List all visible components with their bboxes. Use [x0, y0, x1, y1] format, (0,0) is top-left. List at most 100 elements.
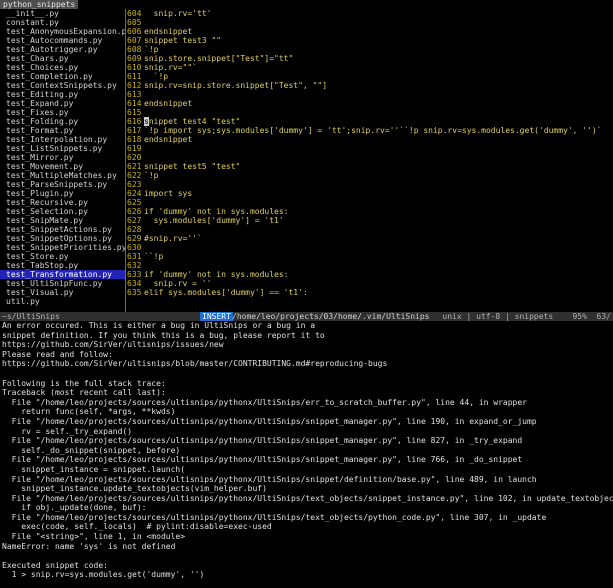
editor-line[interactable]: 630: [127, 243, 613, 252]
line-number: 620: [127, 153, 142, 162]
line-number: 619: [127, 144, 142, 153]
editor-line[interactable]: 620: [127, 153, 613, 162]
message-text: 1 > snip.rv=sys.modules.get('dummy', ''): [2, 570, 205, 580]
file-tree-item[interactable]: test_SnippetActions.py: [0, 225, 125, 234]
editor-line[interactable]: 629 #snip.rv=''`: [127, 234, 613, 243]
line-number: 606: [127, 27, 142, 36]
file-tree-item[interactable]: test_Movement.py: [0, 162, 125, 171]
line-number: 616: [127, 117, 142, 126]
code-text: endsnippet: [144, 99, 193, 108]
editor-line[interactable]: 613: [127, 90, 613, 99]
message-text: return func(self, *args, **kwds): [2, 407, 176, 417]
editor-line[interactable]: 608 `!p: [127, 45, 613, 54]
statusbar: ~s/UltiSnips INSERT /home/leo/projects/0…: [0, 312, 613, 321]
code-text: ``!p: [144, 252, 164, 261]
file-tree-item[interactable]: test_Format.py: [0, 126, 125, 135]
file-tree-item[interactable]: test_UltiSnipFunc.py: [0, 279, 125, 288]
editor-line[interactable]: 616 snippet test4 "test": [127, 117, 613, 126]
line-number: 630: [127, 243, 142, 252]
file-tree-item[interactable]: test_Autotrigger.py: [0, 45, 125, 54]
code-text: snip.rv=snip.store.snippet["Test", ""]: [144, 81, 328, 90]
file-tree-item[interactable]: test_Selection.py: [0, 207, 125, 216]
editor-line[interactable]: 625: [127, 198, 613, 207]
message-line: [0, 369, 613, 379]
editor-line[interactable]: 624 import sys: [127, 189, 613, 198]
file-tree-item[interactable]: test_Fixes.py: [0, 108, 125, 117]
file-tree-item[interactable]: test_TabStop.py: [0, 261, 125, 270]
editor-line[interactable]: 604 snip.rv='tt': [127, 9, 613, 18]
file-info: unix | utf-8 | snippets 95% 63/: [442, 312, 611, 321]
editor-line[interactable]: 606 endsnippet: [127, 27, 613, 36]
message-line: Traceback (most recent call last):: [0, 388, 613, 398]
file-tree-item[interactable]: test_Folding.py: [0, 117, 125, 126]
message-text: if obj._update(done, buf):: [2, 503, 147, 513]
file-tree-item[interactable]: test_Choices.py: [0, 63, 125, 72]
file-tree-item[interactable]: util.py: [0, 297, 125, 306]
editor-line[interactable]: 622 `!p: [127, 171, 613, 180]
editor-line[interactable]: 631 ``!p: [127, 252, 613, 261]
editor-line[interactable]: 618 endsnippet: [127, 135, 613, 144]
line-number: 624: [127, 189, 142, 198]
editor-line[interactable]: 634 snip.rv = '': [127, 279, 613, 288]
editor-line[interactable]: 621 snippet test5 "test": [127, 162, 613, 171]
editor-line[interactable]: 633 if 'dummy' not in sys.modules:: [127, 270, 613, 279]
line-number: 622: [127, 171, 142, 180]
editor-line[interactable]: 635 elif sys.modules['dummy'] == 't1':: [127, 288, 613, 297]
editor-pane[interactable]: 604 snip.rv='tt' 605 606 endsnippet 607 snipp…: [127, 9, 613, 312]
message-line: NameError: name 'sys' is not defined: [0, 542, 613, 552]
line-number: 633: [127, 270, 142, 279]
file-tree-item[interactable]: test_Completion.py: [0, 72, 125, 81]
editor-line[interactable]: 615: [127, 108, 613, 117]
file-tree-item[interactable]: __init__.py: [0, 9, 125, 18]
editor-line[interactable]: 605: [127, 18, 613, 27]
code-text: snip.rv=""`: [144, 63, 197, 72]
editor-line[interactable]: 632: [127, 261, 613, 270]
file-tree-item[interactable]: test_Chars.py: [0, 54, 125, 63]
editor-line[interactable]: 612 snip.rv=snip.store.snippet["Test", ""…: [127, 81, 613, 90]
message-line: An error occured. This is either a bug i…: [0, 321, 613, 331]
editor-line[interactable]: 610 snip.rv=""`: [127, 63, 613, 72]
file-tree-item[interactable]: test_Expand.py: [0, 99, 125, 108]
file-tree-item[interactable]: test_ParseSnippets.py: [0, 180, 125, 189]
file-tree-item[interactable]: test_Transformation.py: [0, 270, 125, 279]
editor-line[interactable]: 609 snip.store.snippet["Test"]="tt": [127, 54, 613, 63]
file-tree-item[interactable]: test_Recursive.py: [0, 198, 125, 207]
error-message-area[interactable]: An error occured. This is either a bug i…: [0, 321, 613, 588]
file-tree-item[interactable]: test_Mirror.py: [0, 153, 125, 162]
file-tree-item[interactable]: test_SnipMate.py: [0, 216, 125, 225]
editor-line[interactable]: 628: [127, 225, 613, 234]
editor-line[interactable]: 626 if 'dummy' not in sys.modules:: [127, 207, 613, 216]
file-tree-item[interactable]: constant.py: [0, 18, 125, 27]
file-tree-item[interactable]: test_Store.py: [0, 252, 125, 261]
file-tree-item[interactable]: test_SnippetPriorities.py: [0, 243, 125, 252]
file-tree-item[interactable]: test_Visual.py: [0, 288, 125, 297]
file-tree-item[interactable]: test_ListSnippets.py: [0, 144, 125, 153]
message-text: snippet_instance = snippet.launch(: [2, 464, 186, 474]
editor-line[interactable]: 607 snippet test3 "": [127, 36, 613, 45]
file-tree-item[interactable]: test_ContextSnippets.py: [0, 81, 125, 90]
editor-line[interactable]: 619: [127, 144, 613, 153]
file-tree-item[interactable]: test_Interpolation.py: [0, 135, 125, 144]
file-tree-item[interactable]: test_Autocommands.py: [0, 36, 125, 45]
statusbar-left: ~s/UltiSnips: [2, 312, 60, 321]
file-tree[interactable]: __init__.py constant.py test_AnonymousExpa…: [0, 9, 125, 312]
file-tree-item[interactable]: test_Plugin.py: [0, 189, 125, 198]
file-tree-item[interactable]: test_SnippetOptions.py: [0, 234, 125, 243]
code-text: endsnippet: [144, 135, 193, 144]
line-number: 604: [127, 9, 142, 18]
file-tree-item[interactable]: test_MultipleMatches.py: [0, 171, 125, 180]
code-text: sys.modules['dummy'] = 't1': [144, 216, 284, 225]
editor-line[interactable]: 617 `!p import sys;sys.modules['dummy'] =…: [127, 126, 613, 135]
editor-line[interactable]: 611 `!p: [127, 72, 613, 81]
file-tree-item[interactable]: test_AnonymousExpansion.py: [0, 27, 125, 36]
file-tree-item[interactable]: test_Editing.py: [0, 90, 125, 99]
message-text: File "/home/leo/projects/sources/ultisni…: [2, 436, 523, 446]
message-line: return func(self, *args, **kwds): [0, 407, 613, 417]
code-text: snip.rv='tt': [144, 9, 212, 18]
editor-line[interactable]: 623: [127, 180, 613, 189]
tab-python-snippets[interactable]: python_snippets: [0, 0, 79, 9]
editor-line[interactable]: 614 endsnippet: [127, 99, 613, 108]
editor-line[interactable]: 627 sys.modules['dummy'] = 't1': [127, 216, 613, 225]
code-text: snip.store.snippet["Test"]="tt": [144, 54, 294, 63]
vertical-split[interactable]: [125, 9, 126, 312]
